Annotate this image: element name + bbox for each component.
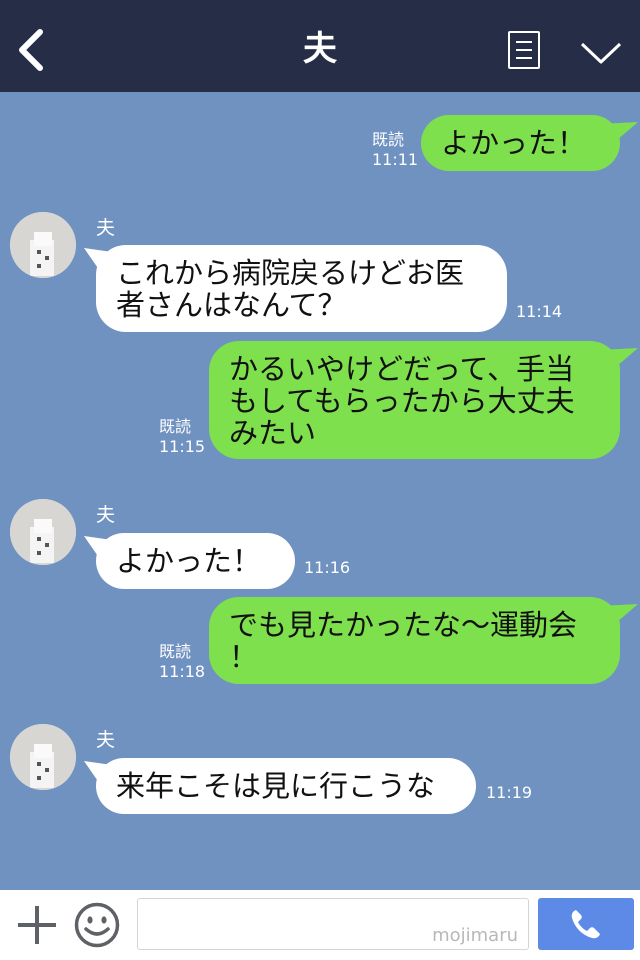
message-bubble-incoming[interactable]: よかった！ xyxy=(96,533,295,589)
sender-name: 夫 xyxy=(96,504,116,526)
read-receipt: 既読 11:18 xyxy=(159,642,206,681)
read-receipt: 既読 11:15 xyxy=(159,417,206,456)
message-time: 11:16 xyxy=(304,558,351,577)
watermark-text: mojimaru xyxy=(432,925,518,946)
input-bar: mojimaru xyxy=(0,890,640,960)
phone-icon xyxy=(571,910,600,939)
message-bubble-outgoing[interactable]: よかった！ xyxy=(421,115,620,171)
call-button[interactable] xyxy=(538,898,634,950)
message-time: 11:14 xyxy=(516,302,563,321)
message-bubble-outgoing[interactable]: かるいやけどだって、手当 もしてもらったから大丈夫 みたい xyxy=(209,341,620,459)
message-input[interactable]: mojimaru xyxy=(137,898,529,950)
chat-header: 夫 xyxy=(0,0,640,92)
sender-name: 夫 xyxy=(96,729,116,751)
read-receipt: 既読 11:11 xyxy=(372,130,419,169)
plus-icon[interactable] xyxy=(16,904,58,946)
sender-name: 夫 xyxy=(96,217,116,239)
message-bubble-incoming[interactable]: 来年こそは見に行こうな xyxy=(96,758,476,814)
smiley-icon[interactable] xyxy=(74,902,120,948)
chevron-down-icon[interactable] xyxy=(580,38,622,68)
chat-title: 夫 xyxy=(303,29,337,69)
menu-list-icon[interactable] xyxy=(508,31,540,69)
message-bubble-incoming[interactable]: これから病院戻るけどお医 者さんはなんて？ xyxy=(96,245,507,332)
message-bubble-outgoing[interactable]: でも見たかったな〜運動会！ xyxy=(209,597,620,684)
avatar[interactable] xyxy=(10,212,76,278)
avatar[interactable] xyxy=(10,499,76,565)
message-time: 11:19 xyxy=(486,783,533,802)
avatar[interactable] xyxy=(10,724,76,790)
